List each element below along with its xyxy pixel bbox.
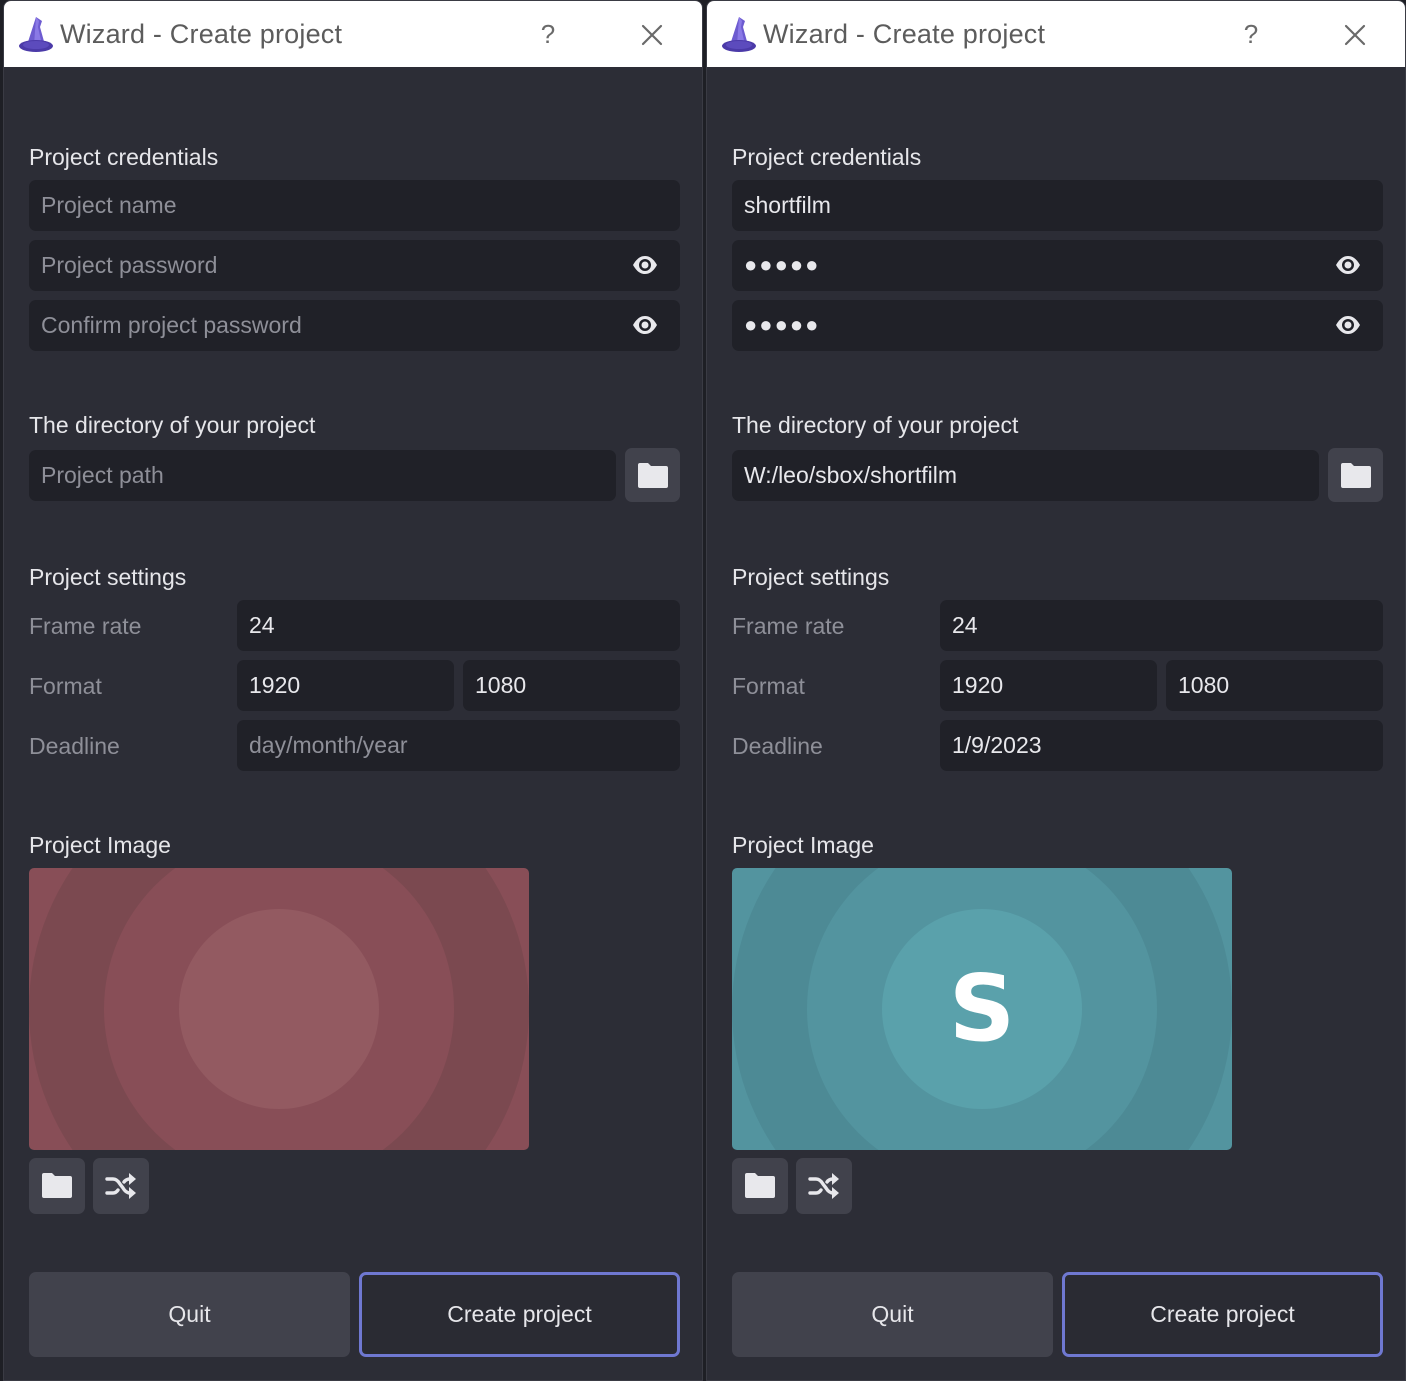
- format-height-value: 1080: [1178, 672, 1230, 698]
- format-width-value: 1920: [249, 672, 301, 698]
- format-label: Format: [29, 673, 102, 699]
- format-height-field[interactable]: 1080: [463, 660, 680, 711]
- browse-image-button[interactable]: [732, 1158, 788, 1214]
- format-label: Format: [732, 673, 805, 699]
- format-height-field[interactable]: 1080: [1166, 660, 1383, 711]
- project-name-text: Project name: [41, 192, 177, 218]
- project-image-preview: [29, 868, 529, 1150]
- create-project-button[interactable]: Create project: [1062, 1272, 1383, 1357]
- credentials-label: Project credentials: [29, 144, 219, 170]
- folder-icon: [42, 1173, 72, 1198]
- shuffle-image-button[interactable]: [796, 1158, 852, 1214]
- quit-button[interactable]: Quit: [29, 1272, 350, 1357]
- deadline-label: Deadline: [732, 733, 823, 759]
- deadline-value: day/month/year: [249, 732, 408, 758]
- close-icon[interactable]: [1339, 19, 1371, 51]
- deadline-field[interactable]: day/month/year: [237, 720, 680, 771]
- eye-icon[interactable]: [1335, 315, 1361, 335]
- eye-icon[interactable]: [632, 315, 658, 335]
- project-password-text: ●●●●●: [744, 252, 821, 277]
- eye-icon[interactable]: [1335, 255, 1361, 275]
- frame-rate-value: 24: [249, 612, 275, 638]
- wizard-window-1: Wizard - Create project ? Project creden…: [3, 0, 703, 1381]
- confirm-password-field[interactable]: Confirm project password: [29, 300, 680, 351]
- frame-rate-label: Frame rate: [29, 613, 142, 639]
- project-password-field[interactable]: ●●●●●: [732, 240, 1383, 291]
- help-button[interactable]: ?: [536, 17, 560, 51]
- frame-rate-field[interactable]: 24: [940, 600, 1383, 651]
- deadline-label: Deadline: [29, 733, 120, 759]
- window-title: Wizard - Create project: [763, 19, 1046, 49]
- title-bar: Wizard - Create project ?: [707, 1, 1405, 67]
- project-name-field[interactable]: Project name: [29, 180, 680, 231]
- settings-label: Project settings: [29, 564, 187, 590]
- folder-icon: [745, 1173, 775, 1198]
- browse-image-button[interactable]: [29, 1158, 85, 1214]
- settings-label: Project settings: [732, 564, 890, 590]
- frame-rate-value: 24: [952, 612, 978, 638]
- frame-rate-field[interactable]: 24: [237, 600, 680, 651]
- folder-icon: [1341, 463, 1371, 488]
- directory-label: The directory of your project: [732, 412, 1019, 438]
- project-image-letter: S: [948, 955, 1016, 1062]
- shuffle-image-button[interactable]: [93, 1158, 149, 1214]
- project-name-text: shortfilm: [744, 192, 831, 218]
- frame-rate-label: Frame rate: [732, 613, 845, 639]
- project-path-text: W:/leo/sbox/shortfilm: [744, 462, 958, 488]
- window-title: Wizard - Create project: [60, 19, 343, 49]
- format-width-value: 1920: [952, 672, 1004, 698]
- directory-label: The directory of your project: [29, 412, 316, 438]
- deadline-field[interactable]: 1/9/2023: [940, 720, 1383, 771]
- deadline-value: 1/9/2023: [952, 732, 1042, 758]
- format-width-field[interactable]: 1920: [237, 660, 454, 711]
- format-width-field[interactable]: 1920: [940, 660, 1157, 711]
- shuffle-icon: [105, 1173, 136, 1199]
- shuffle-icon: [808, 1173, 839, 1199]
- project-path-field[interactable]: W:/leo/sbox/shortfilm: [732, 450, 1319, 501]
- project-image-letter: [29, 868, 529, 1150]
- confirm-password-field[interactable]: ●●●●●: [732, 300, 1383, 351]
- browse-path-button[interactable]: [625, 448, 680, 502]
- credentials-label: Project credentials: [732, 144, 922, 170]
- project-password-field[interactable]: Project password: [29, 240, 680, 291]
- wizard-hat-icon: [19, 17, 53, 52]
- help-button[interactable]: ?: [1239, 17, 1263, 51]
- project-password-text: Project password: [41, 252, 218, 278]
- close-icon[interactable]: [636, 19, 668, 51]
- wizard-hat-icon: [722, 17, 756, 52]
- quit-button[interactable]: Quit: [732, 1272, 1053, 1357]
- confirm-password-text: ●●●●●: [744, 312, 821, 337]
- project-name-field[interactable]: shortfilm: [732, 180, 1383, 231]
- create-project-button[interactable]: Create project: [359, 1272, 680, 1357]
- eye-icon[interactable]: [632, 255, 658, 275]
- title-bar: Wizard - Create project ?: [4, 1, 702, 67]
- folder-icon: [638, 463, 668, 488]
- wizard-window-2: Wizard - Create project ? Project creden…: [706, 0, 1406, 1381]
- confirm-password-text: Confirm project password: [41, 312, 302, 338]
- format-height-value: 1080: [475, 672, 527, 698]
- project-image-preview: S: [732, 868, 1232, 1150]
- image-label: Project Image: [29, 832, 171, 858]
- image-label: Project Image: [732, 832, 874, 858]
- browse-path-button[interactable]: [1328, 448, 1383, 502]
- project-path-text: Project path: [41, 462, 164, 488]
- project-path-field[interactable]: Project path: [29, 450, 616, 501]
